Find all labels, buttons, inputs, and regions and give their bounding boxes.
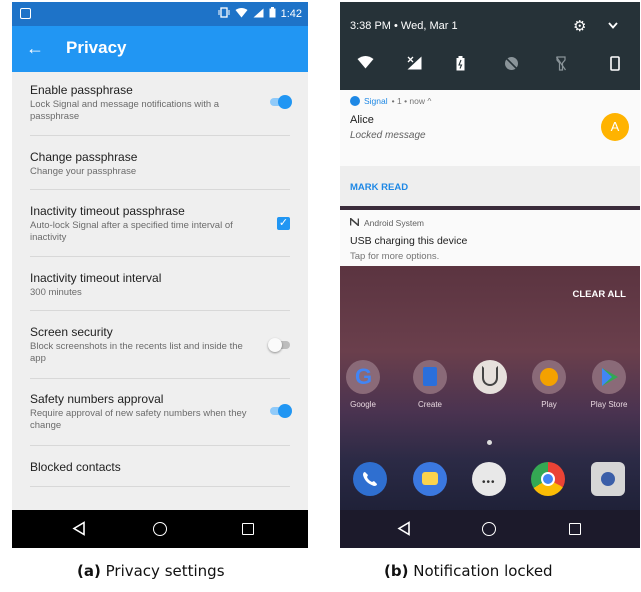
status-bar: 1:42 bbox=[12, 2, 308, 26]
battery-icon bbox=[269, 7, 276, 21]
notification-app-name: Android System bbox=[364, 218, 424, 228]
safety-numbers-toggle[interactable] bbox=[268, 404, 292, 418]
pref-title: Blocked contacts bbox=[30, 460, 121, 474]
status-time: 1:42 bbox=[280, 8, 302, 20]
google-app-icon: G bbox=[346, 360, 380, 394]
avatar: A bbox=[601, 113, 629, 141]
messages-app-icon[interactable] bbox=[413, 462, 447, 496]
notification-text: Tap for more options. bbox=[350, 251, 440, 262]
app-create[interactable]: Create bbox=[410, 360, 450, 409]
signal-app-icon bbox=[350, 96, 360, 106]
vibrate-icon bbox=[218, 7, 230, 21]
chevron-down-icon[interactable] bbox=[608, 18, 618, 32]
divider bbox=[30, 486, 290, 487]
pref-title: Screen security bbox=[30, 325, 113, 339]
caption-label: (b) bbox=[384, 562, 409, 580]
pref-title: Inactivity timeout passphrase bbox=[30, 204, 185, 218]
pref-title: Enable passphrase bbox=[30, 83, 133, 97]
battery-saver-icon[interactable] bbox=[456, 56, 465, 76]
app-label: Google bbox=[350, 400, 376, 409]
app-bar: ← Privacy bbox=[12, 26, 308, 72]
enable-passphrase-toggle[interactable] bbox=[268, 95, 292, 109]
pref-summary: Auto-lock Signal after a specified time … bbox=[30, 220, 233, 243]
pref-change-passphrase[interactable]: Change passphrase Change your passphrase bbox=[12, 136, 308, 190]
play-music-app-icon bbox=[532, 360, 566, 394]
phone-app-icon[interactable] bbox=[353, 462, 387, 496]
pref-title: Safety numbers approval bbox=[30, 392, 164, 406]
pref-summary: Block screenshots in the recents list an… bbox=[30, 341, 243, 364]
notification-meta: • 1 • now ^ bbox=[391, 96, 432, 106]
wifi-icon bbox=[235, 7, 248, 21]
pref-summary: 300 minutes bbox=[30, 287, 82, 298]
app-drawer-icon[interactable]: ••• bbox=[472, 462, 506, 496]
app-label: Create bbox=[417, 400, 442, 409]
caption-text: Privacy settings bbox=[105, 562, 225, 580]
notification-app-name: Signal bbox=[364, 96, 388, 106]
system-notification[interactable]: Android System USB charging this device … bbox=[340, 210, 640, 266]
app-label: Play Store bbox=[590, 400, 628, 409]
pref-title: Change passphrase bbox=[30, 150, 138, 164]
pref-inactivity-timeout-passphrase[interactable]: Inactivity timeout passphrase Auto-lock … bbox=[12, 190, 308, 257]
notification-sender: Alice bbox=[350, 114, 374, 126]
page-title: Privacy bbox=[66, 38, 127, 57]
wifi-icon[interactable] bbox=[357, 56, 374, 74]
nav-home-icon[interactable] bbox=[153, 522, 167, 536]
pref-summary: Change your passphrase bbox=[30, 166, 137, 177]
quick-settings-datetime: 3:38 PM • Wed, Mar 1 bbox=[350, 20, 458, 32]
docs-app-icon bbox=[413, 360, 447, 394]
play-store-app-icon bbox=[592, 360, 626, 394]
page-indicator bbox=[487, 440, 492, 445]
nav-recents-icon[interactable] bbox=[569, 523, 581, 535]
chrome-app-icon[interactable] bbox=[531, 462, 565, 496]
caption-text: Notification locked bbox=[413, 562, 553, 580]
notification-actions: MARK READ bbox=[340, 166, 640, 206]
privacy-settings-screen: 1:42 ← Privacy Enable passphrase Lock Si… bbox=[12, 2, 308, 548]
nav-home-icon[interactable] bbox=[482, 522, 496, 536]
horseshoe-app-icon bbox=[473, 360, 507, 394]
pref-title: Inactivity timeout interval bbox=[30, 271, 162, 285]
nav-back-icon[interactable] bbox=[72, 521, 86, 539]
pref-enable-passphrase[interactable]: Enable passphrase Lock Signal and messag… bbox=[12, 72, 308, 136]
auto-rotate-icon[interactable] bbox=[610, 56, 620, 76]
navigation-bar bbox=[12, 510, 308, 548]
mark-read-button[interactable]: MARK READ bbox=[350, 182, 408, 193]
notification-title: USB charging this device bbox=[350, 235, 468, 247]
notification-shade-screen: 3:38 PM • Wed, Mar 1 ⚙ Signal • 1 • now … bbox=[340, 2, 640, 548]
notification-text: Locked message bbox=[350, 130, 426, 141]
app-play[interactable]: Play bbox=[529, 360, 569, 409]
camera-app-icon[interactable] bbox=[591, 462, 625, 496]
pref-summary: Lock Signal and message notifications wi… bbox=[30, 99, 220, 122]
navigation-bar bbox=[340, 510, 640, 548]
signal-notification[interactable]: Signal • 1 • now ^ Alice Locked message … bbox=[340, 90, 640, 166]
pref-inactivity-timeout-interval[interactable]: Inactivity timeout interval 300 minutes bbox=[12, 257, 308, 311]
caption-b: (b) Notification locked bbox=[384, 562, 553, 580]
do-not-disturb-off-icon[interactable] bbox=[504, 56, 519, 76]
android-system-icon bbox=[349, 216, 360, 228]
notification-icon bbox=[20, 8, 31, 19]
signal-strength-icon bbox=[253, 8, 264, 21]
screen-security-toggle[interactable] bbox=[268, 338, 292, 352]
flashlight-off-icon[interactable] bbox=[556, 56, 566, 76]
pref-blocked-contacts[interactable]: Blocked contacts bbox=[12, 446, 308, 487]
clear-all-button[interactable]: CLEAR ALL bbox=[573, 289, 626, 300]
inactivity-timeout-checkbox[interactable]: ✓ bbox=[277, 217, 290, 230]
caption-a: (a) Privacy settings bbox=[77, 562, 225, 580]
app-google[interactable]: G Google bbox=[343, 360, 383, 409]
nav-recents-icon[interactable] bbox=[242, 523, 254, 535]
back-arrow-icon[interactable]: ← bbox=[26, 37, 44, 59]
gear-icon[interactable]: ⚙ bbox=[573, 17, 586, 35]
caption-label: (a) bbox=[77, 562, 101, 580]
nav-back-icon[interactable] bbox=[397, 521, 411, 539]
pref-summary: Require approval of new safety numbers w… bbox=[30, 408, 247, 431]
quick-settings: 3:38 PM • Wed, Mar 1 ⚙ bbox=[340, 2, 640, 90]
app-label: Play bbox=[541, 400, 557, 409]
pref-safety-numbers-approval[interactable]: Safety numbers approval Require approval… bbox=[12, 379, 308, 446]
app-play-store[interactable]: Play Store bbox=[589, 360, 629, 409]
home-screen: CLEAR ALL G Google Create Play Play Stor… bbox=[340, 266, 640, 510]
pref-screen-security[interactable]: Screen security Block screenshots in the… bbox=[12, 311, 308, 379]
cellular-icon[interactable] bbox=[407, 56, 422, 75]
app-unlabeled[interactable] bbox=[470, 360, 510, 400]
